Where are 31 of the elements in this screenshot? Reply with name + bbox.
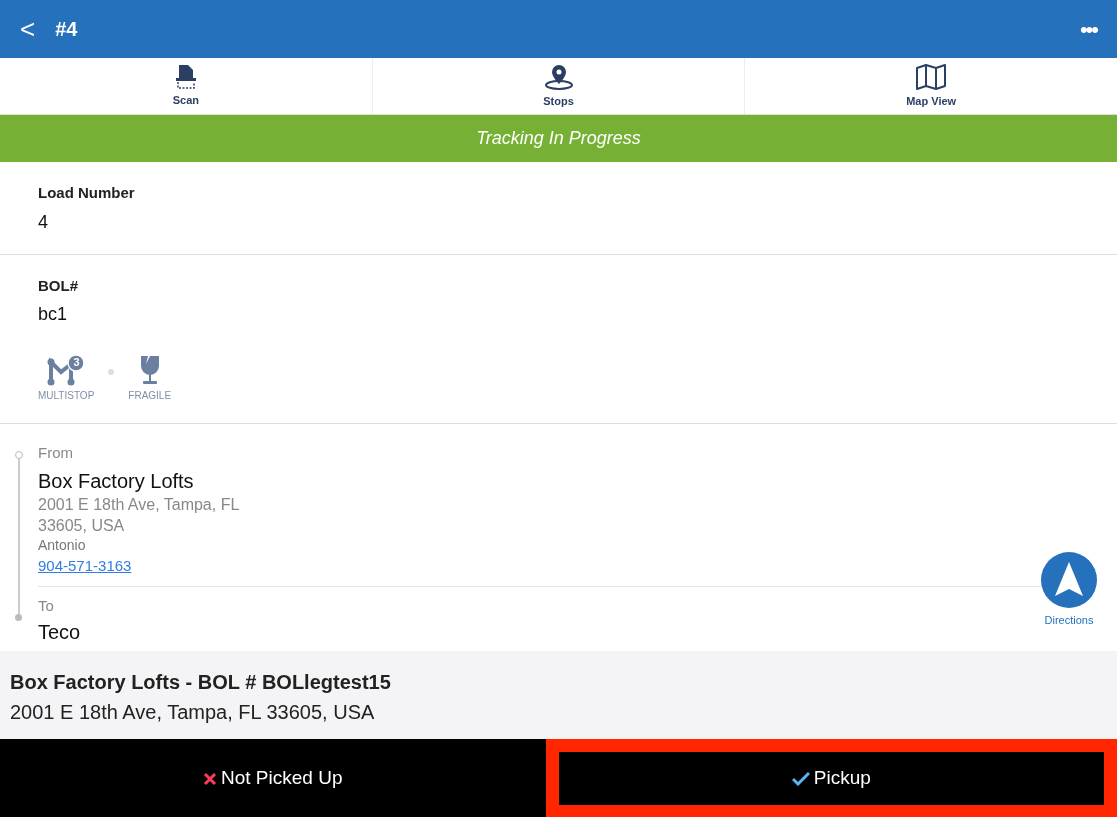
origin-dot: [15, 451, 23, 459]
tag-label: FRAGILE: [128, 389, 172, 403]
check-icon: [791, 771, 810, 786]
stop-count: 3: [72, 355, 81, 369]
destination-dot: [15, 614, 22, 621]
directions-button[interactable]: Directions: [1041, 552, 1097, 629]
status-banner: Tracking In Progress: [0, 115, 1117, 162]
back-button[interactable]: <: [20, 16, 36, 42]
stop-title: Box Factory Lofts - BOL # BOLlegtest15: [10, 670, 392, 695]
field-label: Load Number: [38, 183, 136, 203]
screen-title: #4: [55, 17, 78, 42]
to-label: To: [38, 597, 55, 615]
contact-name: Antonio: [38, 536, 87, 554]
phone-link[interactable]: 904-571-3163: [38, 557, 132, 574]
document-icon: [174, 63, 197, 90]
field-value: bc1: [38, 303, 69, 326]
map-icon: [915, 62, 948, 91]
more-menu-button[interactable]: •••: [1079, 12, 1097, 46]
map-pin-icon: [543, 62, 574, 91]
pickup-button[interactable]: Pickup: [545, 739, 1117, 817]
route-icon: [46, 354, 87, 386]
separator-dot: [108, 368, 115, 375]
from-label: From: [38, 444, 74, 462]
place-name: Box Factory Lofts: [38, 469, 195, 494]
not-picked-up-button[interactable]: Not Picked Up: [0, 739, 546, 817]
close-icon: [203, 771, 217, 786]
stop-address: 2001 E 18th Ave, Tampa, FL 33605, USA: [10, 700, 376, 725]
field-value: 4: [38, 210, 49, 234]
field-label: BOL#: [38, 275, 79, 296]
address: 2001 E 18th Ave, Tampa, FL 33605, USA: [38, 495, 240, 536]
tag-label: MULTISTOP: [38, 389, 95, 403]
